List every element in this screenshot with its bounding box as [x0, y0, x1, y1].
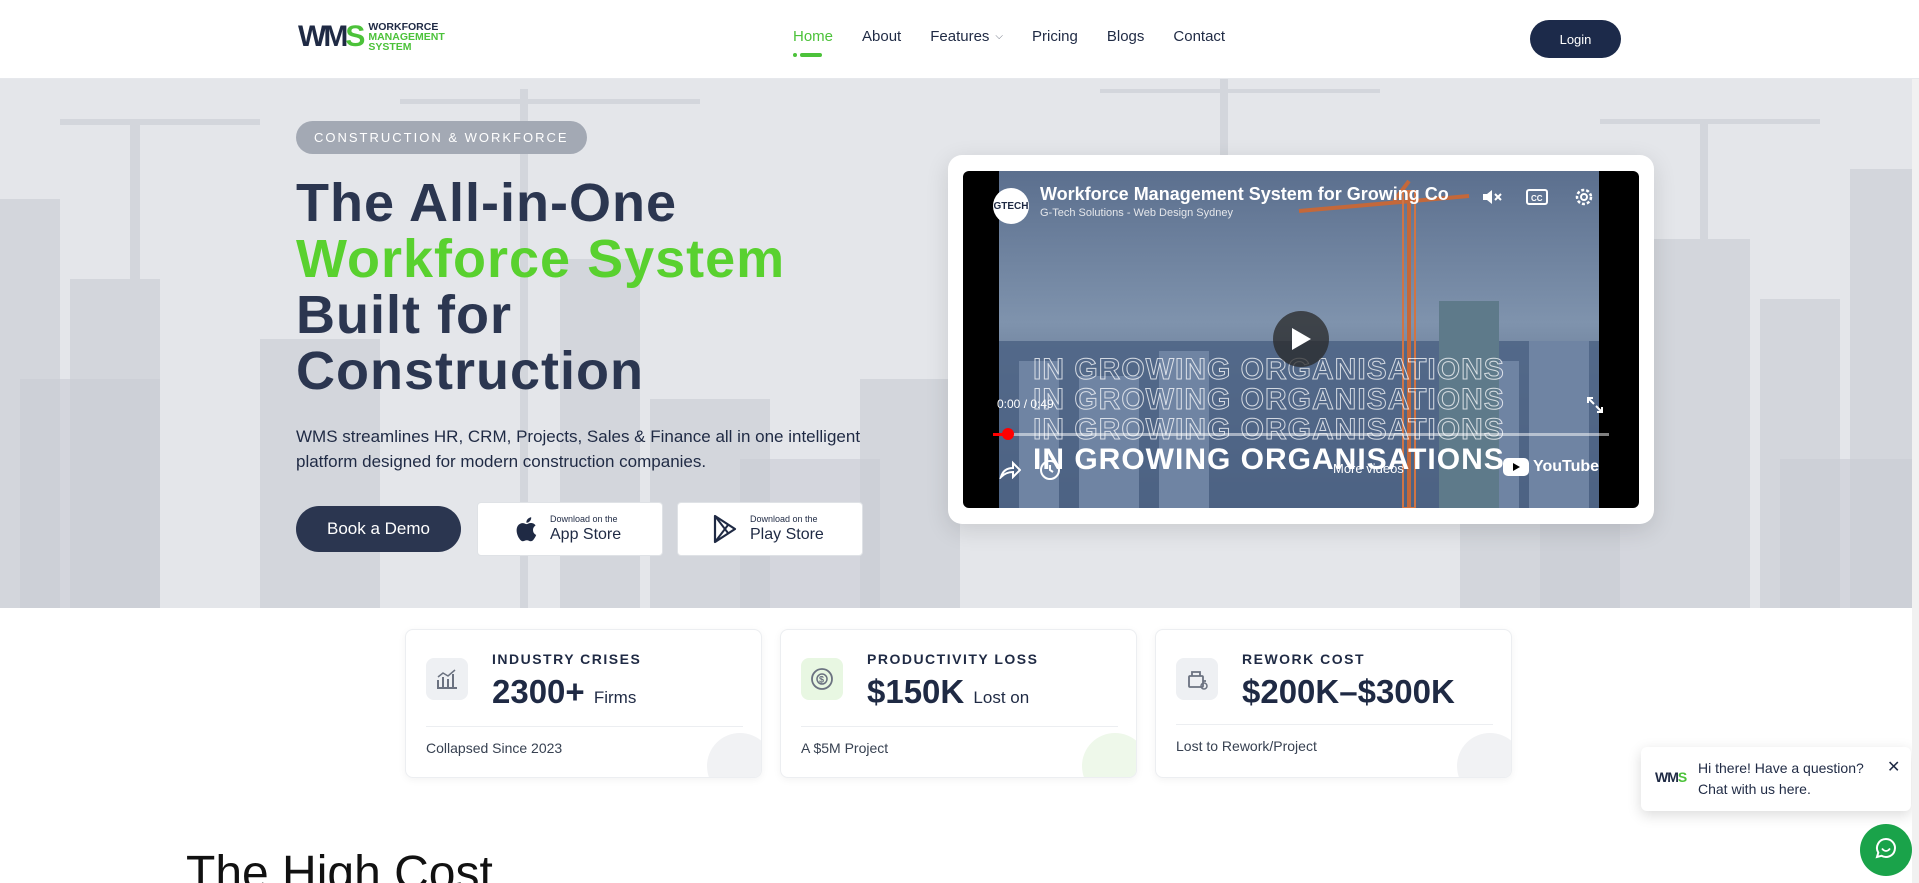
svg-text:CC: CC — [1531, 194, 1543, 203]
play-store-small-label: Download on the — [750, 514, 818, 524]
stat-value: 2300+ Firms — [492, 673, 637, 710]
chat-popup[interactable]: WMS Hi there! Have a question? Chat with… — [1641, 747, 1911, 811]
play-button[interactable] — [1273, 311, 1329, 367]
nav-contact[interactable]: Contact — [1173, 28, 1225, 45]
rework-icon — [1176, 658, 1218, 700]
settings-gear-icon[interactable] — [1572, 185, 1596, 214]
stat-card-rework-cost: REWORK COST $200K–$300K Lost to Rework/P… — [1155, 629, 1512, 778]
video-progress-bar[interactable] — [993, 428, 1609, 440]
video-overlay-text-2: IN GROWING ORGANISATIONS — [1033, 383, 1505, 417]
login-button[interactable]: Login — [1530, 20, 1621, 58]
stat-subtext: Collapsed Since 2023 — [426, 740, 563, 756]
decorative-circle — [1082, 733, 1136, 777]
app-store-label: App Store — [550, 526, 622, 543]
decorative-circle — [707, 733, 761, 777]
youtube-logo[interactable]: YouTube — [1503, 458, 1599, 476]
hero-title: The All-in-One Workforce System Built fo… — [296, 173, 786, 401]
stat-divider — [1176, 724, 1493, 725]
mute-icon[interactable] — [1480, 185, 1504, 214]
video-scrub-handle[interactable] — [1002, 428, 1014, 440]
stat-value: $150K Lost on — [867, 673, 1030, 710]
app-store-button[interactable]: Download on the App Store — [477, 502, 663, 556]
stat-label: REWORK COST — [1242, 651, 1366, 667]
chat-message: Hi there! Have a question? Chat with us … — [1698, 760, 1864, 797]
video-card: GTECH Workforce Management System for Gr… — [948, 155, 1654, 524]
main-nav: Home About Features ⌵ Pricing Blogs Conta… — [793, 28, 1254, 57]
apple-icon — [512, 514, 538, 544]
stat-divider — [801, 726, 1118, 727]
watch-later-clock-icon[interactable] — [1039, 459, 1061, 486]
chat-logo: WMS — [1655, 769, 1687, 785]
wms-logo[interactable]: WMS WORKFORCE MANAGEMENT SYSTEM — [298, 17, 483, 57]
site-header: WMS WORKFORCE MANAGEMENT SYSTEM Home Abo… — [0, 0, 1919, 79]
chat-bubble-icon — [1874, 836, 1898, 865]
more-videos-button[interactable]: More videos — [1333, 461, 1404, 476]
nav-home[interactable]: Home — [793, 28, 833, 57]
stat-label: PRODUCTIVITY LOSS — [867, 651, 1039, 667]
captions-icon[interactable]: CC — [1525, 185, 1549, 214]
video-overlay-text-3: IN GROWING ORGANISATIONS — [1033, 413, 1505, 447]
hero-description: WMS streamlines HR, CRM, Projects, Sales… — [296, 427, 861, 471]
channel-avatar[interactable]: GTECH — [993, 188, 1029, 224]
scrollbar[interactable] — [1912, 0, 1919, 883]
stat-card-industry-crises: INDUSTRY CRISES 2300+ Firms Collapsed Si… — [405, 629, 762, 778]
nav-about[interactable]: About — [862, 28, 901, 45]
nav-pricing[interactable]: Pricing — [1032, 28, 1078, 45]
nav-features[interactable]: Features ⌵ — [930, 28, 1003, 45]
hero-section: CONSTRUCTION & WORKFORCE The All-in-One … — [0, 79, 1919, 608]
stat-subtext: A $5M Project — [801, 740, 889, 756]
share-icon[interactable] — [998, 459, 1022, 484]
logo-wordmark: WORKFORCE MANAGEMENT SYSTEM — [368, 21, 445, 53]
stat-value: $200K–$300K — [1242, 673, 1455, 710]
nav-blogs[interactable]: Blogs — [1107, 28, 1145, 45]
logo-mark: WMS — [298, 20, 365, 53]
money-icon: $ — [801, 658, 843, 700]
decorative-circle — [1457, 733, 1511, 777]
chat-button[interactable] — [1860, 824, 1912, 876]
stat-subtext: Lost to Rework/Project — [1176, 738, 1317, 754]
video-overlay-text-4: IN GROWING ORGANISATIONS — [1033, 443, 1505, 476]
youtube-video-player[interactable]: GTECH Workforce Management System for Gr… — [963, 171, 1639, 508]
stat-label: INDUSTRY CRISES — [492, 651, 642, 667]
play-store-label: Play Store — [750, 526, 824, 543]
video-overlay-text-1: IN GROWING ORGANISATIONS — [1033, 353, 1505, 387]
hero-badge: CONSTRUCTION & WORKFORCE — [296, 121, 587, 154]
video-timestamp: 0:00 / 0:49 — [997, 397, 1054, 411]
close-icon[interactable]: ✕ — [1887, 757, 1900, 777]
video-channel: G-Tech Solutions - Web Design Sydney — [1040, 207, 1233, 219]
book-demo-button[interactable]: Book a Demo — [296, 506, 461, 552]
chart-icon — [426, 658, 468, 700]
stat-card-productivity-loss: $ PRODUCTIVITY LOSS $150K Lost on A $5M … — [780, 629, 1137, 778]
chevron-down-icon: ⌵ — [995, 31, 1004, 42]
google-play-icon — [712, 514, 738, 544]
section-heading: The High Cost — [186, 847, 493, 883]
app-store-small-label: Download on the — [550, 514, 618, 524]
fullscreen-icon[interactable] — [1585, 395, 1605, 420]
play-store-button[interactable]: Download on the Play Store — [677, 502, 863, 556]
stat-divider — [426, 726, 743, 727]
video-title[interactable]: Workforce Management System for Growing … — [1040, 184, 1460, 205]
svg-text:$: $ — [819, 675, 824, 685]
